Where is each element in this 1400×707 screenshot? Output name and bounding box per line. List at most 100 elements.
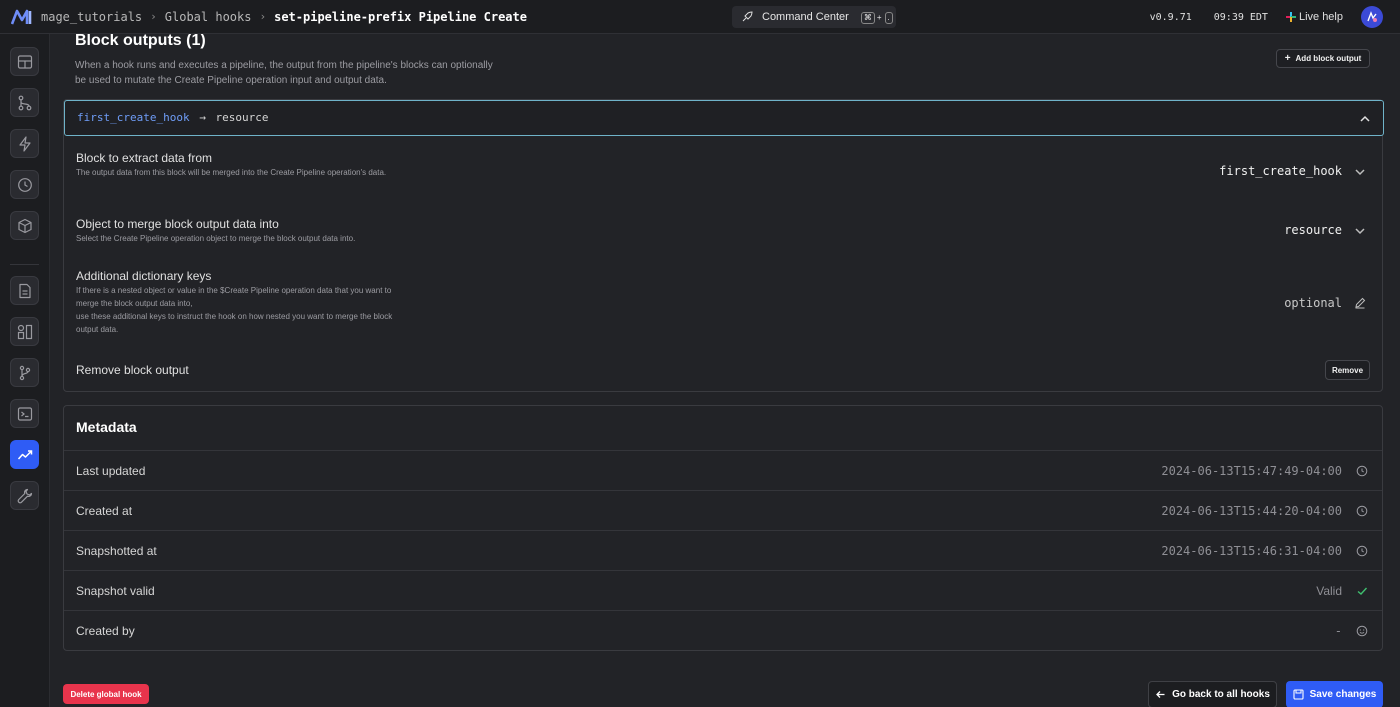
block-output-block-name: first_create_hook: [77, 111, 190, 124]
chart-trend-icon: [17, 449, 32, 459]
live-help-label: Live help: [1298, 11, 1343, 23]
layout-icon: [17, 54, 32, 69]
breadcrumb-global-hooks[interactable]: Global hooks: [165, 10, 252, 24]
merge-object-select[interactable]: resource: [1284, 223, 1342, 237]
block-output-card: first_create_hook → resource Block to ex…: [63, 99, 1384, 392]
back-to-hooks-label: Go back to all hooks: [1172, 689, 1270, 700]
block-extract-select[interactable]: first_create_hook: [1219, 164, 1342, 178]
merge-object-description: Select the Create Pipeline operation obj…: [76, 234, 356, 243]
rocket-icon: [742, 11, 753, 22]
remove-block-output-label: Remove block output: [76, 363, 189, 377]
block-extract-description: The output data from this block will be …: [76, 168, 387, 177]
metadata-value: -: [1334, 624, 1342, 638]
metadata-label: Created by: [76, 624, 135, 638]
sidebar-item-runs[interactable]: [10, 170, 39, 199]
chevron-right-icon: ›: [150, 10, 157, 23]
clock-icon: [1356, 465, 1368, 477]
live-help-link[interactable]: Live help: [1285, 11, 1343, 23]
block-extract-label: Block to extract data from: [76, 151, 213, 165]
block-output-mapping: first_create_hook → resource: [77, 111, 268, 124]
sidebar-item-overview[interactable]: [10, 47, 39, 76]
sidebar-item-blocks[interactable]: [10, 211, 39, 240]
delete-global-hook-button[interactable]: Delete global hook: [63, 684, 149, 704]
document-icon: [18, 283, 31, 298]
metadata-row: Created by -: [64, 610, 1382, 650]
remove-button[interactable]: Remove: [1325, 360, 1370, 380]
command-center-label: Command Center: [762, 11, 849, 23]
dictionary-keys-label: Additional dictionary keys: [76, 269, 212, 283]
save-icon: [1293, 689, 1304, 700]
back-to-hooks-button[interactable]: Go back to all hooks: [1148, 681, 1277, 707]
lightning-icon: [18, 135, 31, 152]
chevron-right-icon: ›: [259, 10, 267, 23]
clock-icon: [1356, 545, 1368, 557]
block-outputs-title: Block outputs (1): [75, 32, 206, 49]
plus-icon: +: [1284, 53, 1291, 64]
sidebar-item-global-hooks[interactable]: [10, 440, 39, 469]
add-block-output-label: Add block output: [1295, 54, 1362, 63]
add-block-output-button[interactable]: + Add block output: [1276, 49, 1370, 68]
save-changes-label: Save changes: [1309, 689, 1377, 700]
chevron-down-icon[interactable]: [1354, 225, 1366, 237]
avatar-icon: [1367, 11, 1377, 22]
slack-icon: [1285, 12, 1296, 22]
metadata-value: 2024-06-13T15:44:20-04:00: [1161, 504, 1342, 518]
breadcrumb-current-hook: set-pipeline-prefix Pipeline Create: [274, 9, 527, 24]
sidebar: [0, 34, 50, 707]
metadata-label: Created at: [76, 504, 133, 518]
cube-icon: [17, 218, 32, 233]
dictionary-keys-description-1: If there is a nested object or value in …: [76, 286, 392, 308]
metadata-label: Last updated: [76, 464, 146, 478]
sidebar-item-files[interactable]: [10, 276, 39, 305]
sidebar-item-pipelines[interactable]: [10, 88, 39, 117]
chevron-down-icon[interactable]: [1354, 166, 1366, 178]
dictionary-keys-input[interactable]: optional: [1284, 296, 1342, 310]
clock-icon: [17, 177, 32, 192]
smiley-icon: [1356, 625, 1368, 637]
metadata-card: Metadata Last updated 2024-06-13T15:47:4…: [63, 405, 1383, 651]
arrow-right-icon: →: [199, 111, 206, 124]
metadata-row: Created at 2024-06-13T15:44:20-04:00: [64, 490, 1382, 530]
arrow-left-icon: [1156, 691, 1165, 698]
sidebar-item-terminal[interactable]: [10, 399, 39, 428]
sidebar-item-dashboards[interactable]: [10, 317, 39, 346]
metadata-value: 2024-06-13T15:46:31-04:00: [1161, 544, 1342, 558]
metadata-row: Snapshotted at 2024-06-13T15:46:31-04:00: [64, 530, 1382, 570]
metadata-value: 2024-06-13T15:47:49-04:00: [1161, 464, 1342, 478]
clock-icon: [1356, 505, 1368, 517]
dashboard-icon: [17, 324, 32, 339]
check-icon: [1357, 587, 1368, 595]
block-output-target: resource: [215, 111, 269, 124]
user-avatar[interactable]: [1361, 6, 1383, 28]
top-header: mage_tutorials › Global hooks › set-pipe…: [0, 0, 1400, 34]
block-output-header[interactable]: first_create_hook → resource: [64, 100, 1384, 136]
metadata-row: Snapshot valid Valid: [64, 570, 1382, 610]
pencil-icon[interactable]: [1354, 297, 1366, 309]
breadcrumb: mage_tutorials › Global hooks › set-pipe…: [41, 10, 527, 24]
mage-logo[interactable]: [11, 8, 33, 26]
chevron-up-icon[interactable]: [1359, 113, 1371, 125]
shortcut-key: .: [884, 11, 893, 24]
metadata-label: Snapshot valid: [76, 584, 155, 598]
pipeline-tree-icon: [18, 95, 31, 110]
git-branch-icon: [19, 365, 30, 380]
shortcut-key: ⌘: [860, 11, 875, 24]
save-changes-button[interactable]: Save changes: [1286, 681, 1383, 707]
dictionary-keys-description-2: use these additional keys to instruct th…: [76, 312, 393, 334]
command-center-button[interactable]: Command Center ⌘ +.: [732, 6, 896, 28]
keyboard-shortcut: ⌘ +.: [858, 11, 893, 24]
terminal-icon: [17, 406, 32, 421]
block-outputs-description: When a hook runs and executes a pipeline…: [75, 60, 493, 86]
main-content: Block outputs (1) When a hook runs and e…: [50, 32, 1400, 707]
sidebar-divider: [10, 264, 39, 265]
sidebar-item-version-control[interactable]: [10, 358, 39, 387]
sidebar-item-triggers[interactable]: [10, 129, 39, 158]
metadata-value: Valid: [1316, 584, 1342, 598]
clock-label: 09:39 EDT: [1213, 11, 1268, 23]
metadata-title: Metadata: [76, 419, 137, 435]
breadcrumb-project[interactable]: mage_tutorials: [41, 10, 142, 24]
metadata-row: Last updated 2024-06-13T15:47:49-04:00: [64, 450, 1382, 490]
sidebar-item-settings[interactable]: [10, 481, 39, 510]
metadata-label: Snapshotted at: [76, 544, 157, 558]
shortcut-plus: +: [876, 12, 882, 22]
